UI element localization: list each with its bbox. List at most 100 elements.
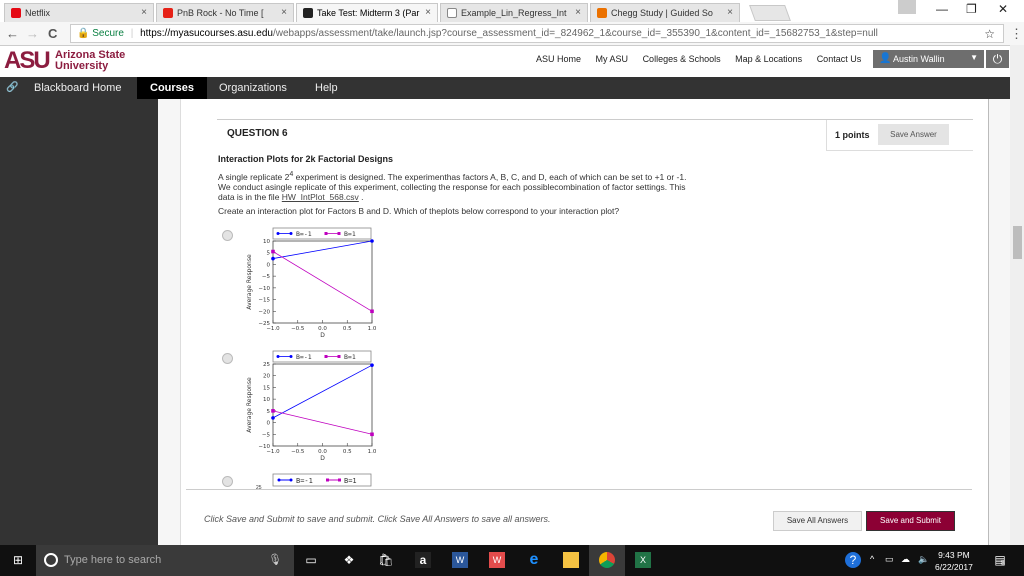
store-icon[interactable]: 🛍 [378, 552, 394, 568]
text-part: A single replicate 2 [218, 171, 290, 182]
bookmark-star-icon[interactable]: ☆ [984, 27, 995, 41]
save-and-submit-button[interactable]: Save and Submit [866, 511, 955, 531]
tab-title: Example_Lin_Regress_Int [461, 8, 567, 18]
edge-icon[interactable]: e [526, 552, 542, 568]
tab-title: PnB Rock - No Time [ [177, 8, 264, 18]
x-axis-label: D [320, 455, 325, 462]
excel-icon[interactable]: X [635, 552, 651, 568]
nav-blackboard-home[interactable]: Blackboard Home [34, 77, 121, 99]
tab-youtube[interactable]: PnB Rock - No Time [ × [156, 3, 294, 22]
close-tab-icon[interactable]: × [425, 7, 431, 18]
new-tab-button[interactable] [749, 5, 791, 21]
forward-button[interactable]: → [26, 26, 39, 41]
windows-start-icon[interactable]: ⊞ [10, 552, 26, 568]
tab-title: Take Test: Midterm 3 (Par [317, 8, 420, 18]
page-scrollbar[interactable] [1010, 45, 1024, 545]
legend-marker [326, 478, 329, 482]
ytick-label: 0 [267, 262, 271, 268]
link-contact-us[interactable]: Contact Us [817, 54, 862, 64]
file-explorer-icon[interactable] [563, 552, 579, 568]
legend-marker [289, 478, 293, 482]
secure-label: Secure [92, 28, 124, 39]
youtube-icon [163, 8, 173, 18]
browser-menu-icon[interactable]: ⋮ [1010, 26, 1023, 42]
link-icon[interactable]: 🔗 [6, 77, 18, 99]
onedrive-icon[interactable]: ☁ [901, 554, 910, 565]
close-tab-icon[interactable]: × [727, 7, 733, 18]
task-view-icon[interactable]: ▭ [303, 552, 319, 568]
minimize-button[interactable]: — [936, 2, 948, 16]
xtick-label: −1.0 [266, 449, 280, 455]
xtick-label: −0.5 [291, 326, 305, 332]
legend-label: B=-1 [296, 477, 313, 485]
url-input[interactable]: 🔒 Secure | https://myasucourses.asu.edu/… [70, 24, 1004, 43]
user-menu[interactable]: 👤 Austin Wallin ▼ [873, 50, 984, 68]
blackboard-nav: 🔗 Blackboard Home Courses Organizations … [0, 77, 1010, 99]
xtick-label: 1.0 [368, 326, 377, 332]
save-answer-button[interactable]: Save Answer [878, 124, 949, 145]
close-tab-icon[interactable]: × [141, 7, 147, 18]
legend-marker [338, 478, 341, 482]
maximize-button[interactable]: ❐ [966, 2, 977, 16]
reload-button[interactable]: C [48, 26, 57, 41]
tab-example-lin-regress[interactable]: Example_Lin_Regress_Int × [440, 3, 588, 22]
clock-time: 9:43 PM [938, 550, 970, 560]
link-asu-home[interactable]: ASU Home [536, 54, 581, 64]
legend-label: B=1 [344, 477, 357, 485]
chevron-down-icon: ▼ [970, 53, 978, 62]
tab-title: Netflix [25, 8, 51, 18]
windows-taskbar: ⊞ Type here to search 🎙 ▭ ❖ 🛍 a W W e X … [0, 545, 1024, 576]
tab-take-test[interactable]: Take Test: Midterm 3 (Par × [296, 3, 438, 22]
taskbar-search-input[interactable]: Type here to search 🎙 [36, 545, 294, 576]
xtick-label: 1.0 [368, 449, 377, 455]
microphone-icon[interactable]: 🎙 [268, 553, 282, 566]
nav-courses[interactable]: Courses [137, 77, 208, 99]
battery-icon[interactable]: ▭ [885, 554, 894, 565]
system-clock[interactable]: 9:43 PM 6/22/2017 [935, 549, 973, 573]
word-icon[interactable]: W [452, 552, 468, 568]
asu-name-line2: University [55, 60, 109, 72]
csv-file-link[interactable]: HW_IntPlot_568.csv [282, 192, 359, 202]
link-map-locations[interactable]: Map & Locations [735, 54, 802, 64]
logout-power-icon[interactable]: ⏻ [986, 50, 1009, 68]
save-all-answers-button[interactable]: Save All Answers [773, 511, 862, 531]
document-icon [447, 8, 457, 18]
close-window-button[interactable]: ✕ [998, 2, 1008, 16]
back-button[interactable]: ← [6, 26, 19, 41]
dropbox-icon[interactable]: ❖ [341, 552, 357, 568]
user-icon: 👤 [879, 53, 892, 64]
show-hidden-icons[interactable]: ^ [870, 554, 874, 564]
data-point [370, 309, 374, 314]
profile-button[interactable] [898, 0, 916, 14]
scrollbar-thumb[interactable] [1013, 226, 1022, 259]
help-icon[interactable]: ? [845, 552, 861, 568]
close-tab-icon[interactable]: × [281, 7, 287, 18]
tab-netflix[interactable]: Netflix × [4, 3, 154, 22]
cortana-icon [44, 553, 58, 567]
netflix-icon [11, 8, 21, 18]
answer-radio-2[interactable] [222, 353, 233, 364]
nav-organizations[interactable]: Organizations [219, 77, 287, 99]
wps-icon[interactable]: W [489, 552, 505, 568]
volume-icon[interactable]: 🔈 [918, 554, 929, 565]
asu-name: Arizona State University [55, 50, 125, 72]
answer-radio-1[interactable] [222, 230, 233, 241]
action-center-icon[interactable]: ▤ [992, 552, 1008, 568]
legend-marker [324, 355, 328, 358]
left-gutter [158, 99, 181, 545]
answer-radio-3[interactable] [222, 476, 233, 487]
url-path: /webapps/assessment/take/launch.jsp?cour… [272, 28, 878, 39]
chrome-taskbar-button[interactable] [589, 545, 625, 576]
link-my-asu[interactable]: My ASU [596, 54, 629, 64]
course-sidebar [0, 99, 158, 545]
close-tab-icon[interactable]: × [575, 7, 581, 18]
amazon-icon[interactable]: a [415, 552, 431, 568]
tab-chegg[interactable]: Chegg Study | Guided So × [590, 3, 740, 22]
notification-count: 8 [1001, 560, 1005, 567]
browser-tab-bar: Netflix × PnB Rock - No Time [ × Take Te… [0, 0, 1024, 22]
asu-logo[interactable]: ASU [4, 49, 51, 73]
ytick-label: 5 [267, 251, 271, 257]
ytick-label: 20 [263, 374, 270, 380]
link-colleges-schools[interactable]: Colleges & Schools [643, 54, 721, 64]
nav-help[interactable]: Help [315, 77, 338, 99]
